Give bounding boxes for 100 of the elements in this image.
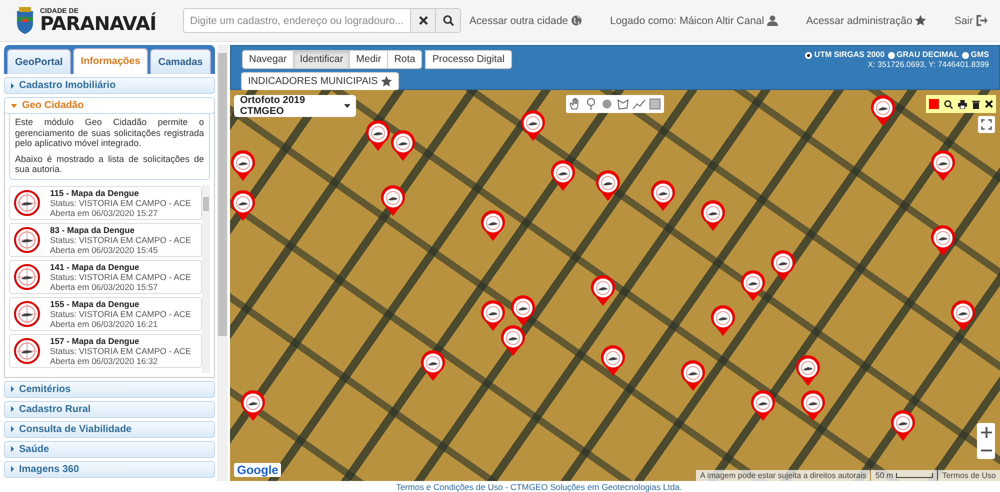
request-title: 115 - Mapa da Dengue <box>50 188 140 198</box>
mosquito-map-pin[interactable] <box>500 325 526 357</box>
mosquito-map-pin[interactable] <box>950 300 976 332</box>
mosquito-map-pin[interactable] <box>680 360 706 392</box>
star-icon <box>380 76 392 87</box>
close-icon[interactable] <box>985 100 993 108</box>
request-status: Status: VISTORIA EM CAMPO - ACE <box>50 272 192 282</box>
mosquito-map-pin[interactable] <box>230 190 256 222</box>
header-link[interactable]: Sair <box>954 14 988 26</box>
mosquito-map-pin[interactable] <box>365 120 391 152</box>
globe-icon <box>571 15 582 26</box>
caret-icon <box>11 426 14 432</box>
header-link[interactable]: Acessar outra cidade <box>469 14 582 26</box>
request-card[interactable]: 83 - Mapa da Dengue Status: VISTORIA EM CAMPO - ACE Aberta em 06/03/2020 15:45 <box>9 222 202 256</box>
request-date: Aberta em 06/03/2020 16:32 <box>50 356 159 366</box>
request-title: 141 - Mapa da Dengue <box>50 262 140 272</box>
mosquito-map-pin[interactable] <box>710 305 736 337</box>
radio-button[interactable] <box>962 52 969 58</box>
description-text: Este módulo Geo Cidadão permite o gerenciamento de suas solicitações registrada pelo aplicativo móvel integrado. <box>15 117 204 148</box>
mosquito-map-pin[interactable] <box>740 270 766 302</box>
pin-icon[interactable] <box>584 97 598 111</box>
mosquito-map-pin[interactable] <box>750 390 776 422</box>
mosquito-map-pin[interactable] <box>550 160 576 192</box>
attribution-text: A imagem pode estar sujeita a direitos autorais <box>696 470 870 481</box>
accordion-header[interactable]: Cadastro Imobiliário <box>4 77 215 94</box>
accordion-header[interactable]: Imagens 360 <box>4 460 215 478</box>
trash-icon[interactable] <box>972 100 980 108</box>
radio-button[interactable] <box>888 52 895 58</box>
footer-link[interactable]: Termos e Condições de Uso - CTMGEO Soluções em Geotecnologias Ltda. <box>396 482 682 492</box>
mosquito-map-pin[interactable] <box>240 390 266 422</box>
caret-icon <box>11 446 14 452</box>
request-date: Aberta em 06/03/2020 16:21 <box>50 318 159 328</box>
request-date: Aberta em 06/03/2020 15:57 <box>50 282 159 292</box>
scrollbar[interactable] <box>217 45 228 481</box>
accordion-header[interactable]: Cemitérios <box>4 380 215 398</box>
close-icon <box>418 16 428 25</box>
coordinates-text: X: 351726.0693, Y: 7446401.8399 <box>868 60 989 70</box>
sidebar-tab[interactable]: GeoPortal <box>7 49 71 74</box>
accordion-header[interactable]: Cadastro Rural <box>4 400 215 418</box>
search-field[interactable]: Digite um cadastro, endereço ou logradouro... <box>183 8 411 33</box>
color-swatch[interactable] <box>929 99 939 109</box>
scale-bar: 50 m <box>871 470 938 481</box>
square-icon[interactable] <box>648 97 662 111</box>
polygon-icon[interactable] <box>616 97 630 111</box>
request-status: Status: VISTORIA EM CAMPO - ACE <box>50 308 192 318</box>
mosquito-map-pin[interactable] <box>595 170 621 202</box>
request-card[interactable]: 155 - Mapa da Dengue Status: VISTORIA EM CAMPO - ACE Aberta em 06/03/2020 16:21 <box>9 296 202 330</box>
mosquito-map-pin[interactable] <box>510 295 536 327</box>
tool-button[interactable]: Identificar <box>292 50 350 69</box>
request-status: Status: VISTORIA EM CAMPO - ACE <box>50 346 192 356</box>
clear-button[interactable] <box>410 8 436 33</box>
indicators-button[interactable]: INDICADORES MUNICIPAIS <box>241 72 399 91</box>
header-link[interactable]: Logado como: Máicon Altir Canal <box>610 14 778 26</box>
sidebar-tab[interactable]: Camadas <box>150 49 211 74</box>
mosquito-map-pin[interactable] <box>520 110 546 142</box>
zoom-in-icon[interactable] <box>980 426 992 438</box>
mosquito-map-pin[interactable] <box>600 345 626 377</box>
tool-button[interactable]: Medir <box>349 50 388 69</box>
request-card[interactable]: 141 - Mapa da Dengue Status: VISTORIA EM CAMPO - ACE Aberta em 06/03/2020 15:57 <box>9 260 202 294</box>
accordion-header[interactable]: Consulta de Viabilidade <box>4 420 215 438</box>
request-date: Aberta em 06/03/2020 15:27 <box>50 208 159 218</box>
description-text: Abaixo é mostrado a lista de solicitações de sua autoria. <box>15 154 204 174</box>
mosquito-map-pin[interactable] <box>930 150 956 182</box>
request-card[interactable]: 115 - Mapa da Dengue Status: VISTORIA EM CAMPO - ACE Aberta em 06/03/2020 15:27 <box>9 186 202 220</box>
mosquito-map-pin[interactable] <box>390 130 416 162</box>
printer-icon[interactable] <box>958 100 967 108</box>
mosquito-map-pin[interactable] <box>380 185 406 217</box>
caret-icon <box>11 386 14 392</box>
search-button[interactable] <box>435 8 461 33</box>
fullscreen-icon[interactable] <box>981 119 992 130</box>
tool-button[interactable]: Navegar <box>242 50 294 69</box>
exit-icon <box>976 15 988 26</box>
radio-label: UTM SIRGAS 2000 <box>814 50 885 60</box>
layer-select[interactable]: Ortofoto 2019 CTMGEO <box>234 95 356 117</box>
tool-button[interactable]: Processo Digital <box>425 50 512 69</box>
mosquito-map-pin[interactable] <box>795 355 821 387</box>
terms-link[interactable]: Termos de Uso <box>938 470 1000 481</box>
mosquito-map-pin[interactable] <box>420 350 446 382</box>
coat-of-arms-logo <box>14 6 36 34</box>
caret-icon <box>11 466 14 472</box>
request-card[interactable]: 157 - Mapa da Dengue Status: VISTORIA EM CAMPO - ACE Aberta em 06/03/2020 16:32 <box>9 334 202 368</box>
mosquito-map-pin[interactable] <box>480 210 506 242</box>
circle-icon[interactable] <box>600 97 614 111</box>
mosquito-map-pin[interactable] <box>590 275 616 307</box>
mosquito-map-pin[interactable] <box>930 225 956 257</box>
mosquito-map-pin[interactable] <box>870 95 896 127</box>
header-link[interactable]: Acessar administração <box>806 14 926 26</box>
mosquito-map-pin[interactable] <box>890 410 916 442</box>
mosquito-map-pin[interactable] <box>480 300 506 332</box>
line-icon[interactable] <box>632 97 646 111</box>
radio-button[interactable] <box>805 52 812 58</box>
caret-icon <box>344 104 350 108</box>
tool-button[interactable]: Rota <box>387 50 422 69</box>
request-status: Status: VISTORIA EM CAMPO - ACE <box>50 198 192 208</box>
mosquito-map-pin[interactable] <box>770 250 796 282</box>
caret-icon <box>11 104 17 108</box>
accordion-header[interactable]: Saúde <box>4 440 215 458</box>
scrollbar[interactable] <box>202 184 210 372</box>
search-icon[interactable] <box>944 100 953 108</box>
mosquito-map-pin[interactable] <box>800 390 826 422</box>
